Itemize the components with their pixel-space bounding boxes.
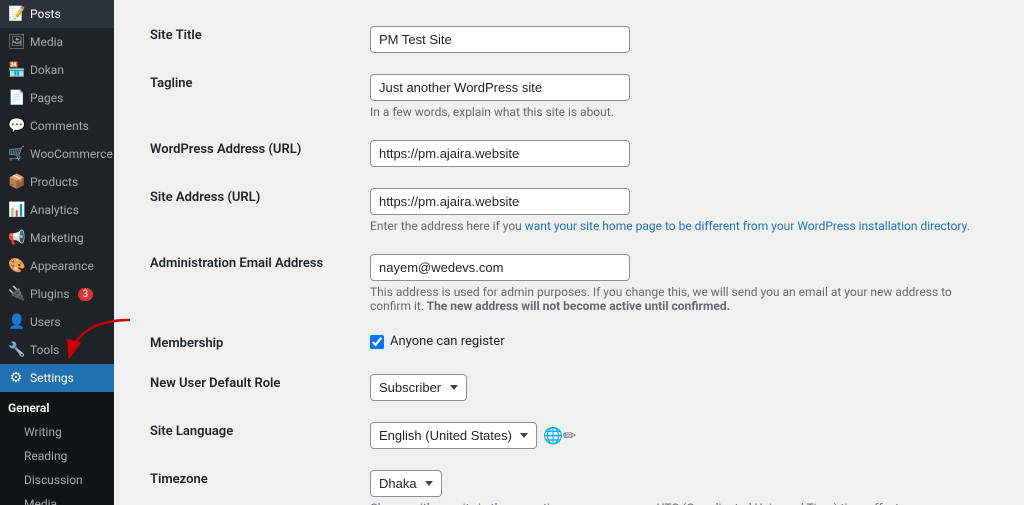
sidebar-item-users[interactable]: 👤 Users [0, 308, 114, 336]
timezone-select[interactable]: Dhaka [370, 470, 442, 497]
tagline-description: In a few words, explain what this site i… [370, 105, 988, 119]
media-icon: 🖼 [8, 34, 24, 50]
sidebar-item-label: Products [30, 175, 78, 189]
woocommerce-icon: 🛒 [8, 146, 24, 162]
site-title-label: Site Title [134, 16, 354, 64]
wp-address-input[interactable] [370, 140, 630, 167]
submenu-item-media[interactable]: Media [0, 492, 114, 505]
sidebar-item-pages[interactable]: 📄 Pages [0, 84, 114, 112]
translate-icon: 🌐✏ [543, 426, 576, 445]
sidebar-item-posts[interactable]: 📝 Posts [0, 0, 114, 28]
site-title-input[interactable] [370, 26, 630, 53]
sidebar-item-label: Settings [30, 371, 74, 385]
sidebar-item-tools[interactable]: 🔧 Tools [0, 336, 114, 364]
products-icon: 📦 [8, 174, 24, 190]
site-address-link[interactable]: want your site home page to be different… [525, 219, 967, 233]
sidebar-item-label: Plugins [30, 287, 70, 301]
settings-submenu: GeneralWritingReadingDiscussionMediaPerm… [0, 392, 114, 505]
plugins-icon: 🔌 [8, 286, 24, 302]
sidebar-item-label: Analytics [30, 203, 79, 217]
new-user-role-label: New User Default Role [134, 364, 354, 412]
users-icon: 👤 [8, 314, 24, 330]
tagline-input[interactable] [370, 74, 630, 101]
new-user-role-select[interactable]: Subscriber [370, 374, 467, 401]
sidebar-item-label: Appearance [30, 259, 94, 273]
wp-address-label: WordPress Address (URL) [134, 130, 354, 178]
membership-checkbox[interactable] [370, 335, 384, 349]
comments-icon: 💬 [8, 118, 24, 134]
sidebar-item-plugins[interactable]: 🔌 Plugins 3 [0, 280, 114, 308]
dokan-icon: 🏪 [8, 62, 24, 78]
sidebar-item-products[interactable]: 📦 Products [0, 168, 114, 196]
submenu-item-writing[interactable]: Writing [0, 420, 114, 444]
marketing-icon: 📢 [8, 230, 24, 246]
sidebar-item-marketing[interactable]: 📢 Marketing [0, 224, 114, 252]
pages-icon: 📄 [8, 90, 24, 106]
sidebar-item-label: Marketing [30, 231, 84, 245]
sidebar-item-dokan[interactable]: 🏪 Dokan [0, 56, 114, 84]
site-address-input[interactable] [370, 188, 630, 215]
sidebar-item-label: Posts [30, 7, 61, 21]
sidebar-item-woocommerce[interactable]: 🛒 WooCommerce [0, 140, 114, 168]
sidebar-item-label: Tools [30, 343, 59, 357]
settings-form: Site Title Tagline In a few words, expla… [134, 16, 1004, 505]
submenu-item-reading[interactable]: Reading [0, 444, 114, 468]
analytics-icon: 📊 [8, 202, 24, 218]
timezone-description: Choose either a city in the same timezon… [370, 501, 988, 505]
sidebar-item-appearance[interactable]: 🎨 Appearance [0, 252, 114, 280]
membership-label: Membership [134, 324, 354, 364]
timezone-label: Timezone [134, 460, 354, 505]
sidebar-item-label: Users [30, 315, 61, 329]
site-address-description: Enter the address here if you want your … [370, 219, 988, 233]
submenu-title: General [0, 396, 114, 420]
sidebar-item-label: WooCommerce [30, 147, 113, 161]
sidebar-item-label: Comments [30, 119, 89, 133]
settings-icon: ⚙ [8, 370, 24, 386]
sidebar-item-label: Media [30, 35, 63, 49]
posts-icon: 📝 [8, 6, 24, 22]
site-address-label: Site Address (URL) [134, 178, 354, 244]
admin-email-description: This address is used for admin purposes.… [370, 285, 988, 313]
sidebar-item-analytics[interactable]: 📊 Analytics [0, 196, 114, 224]
admin-email-label: Administration Email Address [134, 244, 354, 324]
tagline-label: Tagline [134, 64, 354, 130]
sidebar-item-label: Dokan [30, 63, 64, 77]
admin-email-input[interactable] [370, 254, 630, 281]
site-language-label: Site Language [134, 412, 354, 460]
tools-icon: 🔧 [8, 342, 24, 358]
plugin-badge: 3 [78, 288, 94, 301]
sidebar-item-label: Pages [30, 91, 63, 105]
site-language-select[interactable]: English (United States) [370, 422, 537, 449]
sidebar-item-media[interactable]: 🖼 Media [0, 28, 114, 56]
sidebar-item-comments[interactable]: 💬 Comments [0, 112, 114, 140]
submenu-item-discussion[interactable]: Discussion [0, 468, 114, 492]
membership-checkbox-label: Anyone can register [390, 334, 505, 349]
appearance-icon: 🎨 [8, 258, 24, 274]
sidebar-item-settings[interactable]: ⚙ Settings [0, 364, 114, 392]
